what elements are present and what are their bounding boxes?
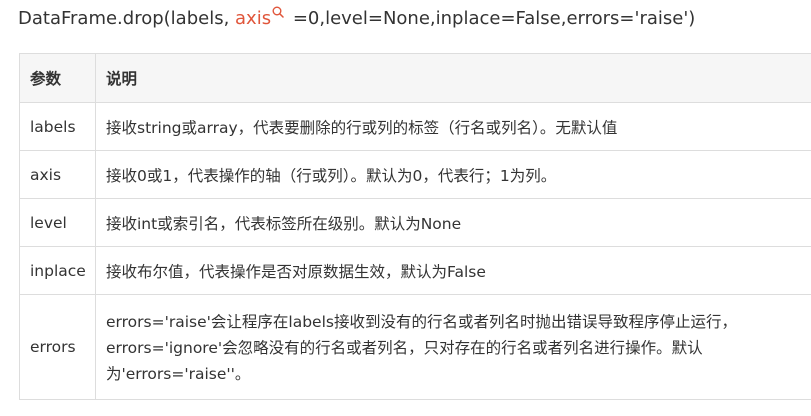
function-signature: DataFrame.drop(labels, axis =0,level=Non…	[18, 6, 695, 32]
param-description: 接收int或索引名，代表标签所在级别。默认为None	[95, 198, 811, 247]
table-row: level 接收int或索引名，代表标签所在级别。默认为None	[19, 198, 811, 247]
signature-prefix: DataFrame.drop(labels,	[18, 8, 236, 29]
param-description: 接收string或array，代表要删除的行或列的标签（行名或列名）。无默认值	[95, 102, 811, 151]
table-header-row: 参数 说明	[19, 53, 811, 103]
description-line: errors='raise'会让程序在labels接收到没有的行名或者列名时抛出…	[106, 313, 737, 331]
signature-highlight-link[interactable]: axis	[235, 8, 271, 29]
param-description: errors='raise'会让程序在labels接收到没有的行名或者列名时抛出…	[95, 294, 811, 400]
param-name: level	[19, 198, 96, 247]
param-description: 接收0或1，代表操作的轴（行或列）。默认为0，代表行；1为列。	[95, 150, 811, 199]
table-row: axis 接收0或1，代表操作的轴（行或列）。默认为0，代表行；1为列。	[19, 150, 811, 199]
param-name: inplace	[19, 246, 96, 295]
param-name: labels	[19, 102, 96, 151]
table-row: errors errors='raise'会让程序在labels接收到没有的行名…	[19, 294, 811, 400]
description-line: errors='ignore'会忽略没有的行名或者列名，只对存在的行名或者列名进…	[106, 339, 703, 357]
param-name: errors	[19, 294, 96, 400]
header-description: 说明	[95, 53, 811, 103]
table-row: inplace 接收布尔值，代表操作是否对原数据生效，默认为False	[19, 246, 811, 295]
header-param: 参数	[19, 53, 96, 103]
search-icon[interactable]	[272, 6, 284, 18]
param-name: axis	[19, 150, 96, 199]
param-description: 接收布尔值，代表操作是否对原数据生效，默认为False	[95, 246, 811, 295]
description-line: 为'errors='raise''。	[106, 365, 251, 383]
parameter-table-container: 参数 说明 labels 接收string或array，代表要删除的行或列的标签…	[19, 53, 811, 400]
parameter-table: 参数 说明 labels 接收string或array，代表要删除的行或列的标签…	[19, 53, 811, 400]
signature-suffix: =0,level=None,inplace=False,errors='rais…	[287, 8, 696, 29]
table-row: labels 接收string或array，代表要删除的行或列的标签（行名或列名…	[19, 102, 811, 151]
